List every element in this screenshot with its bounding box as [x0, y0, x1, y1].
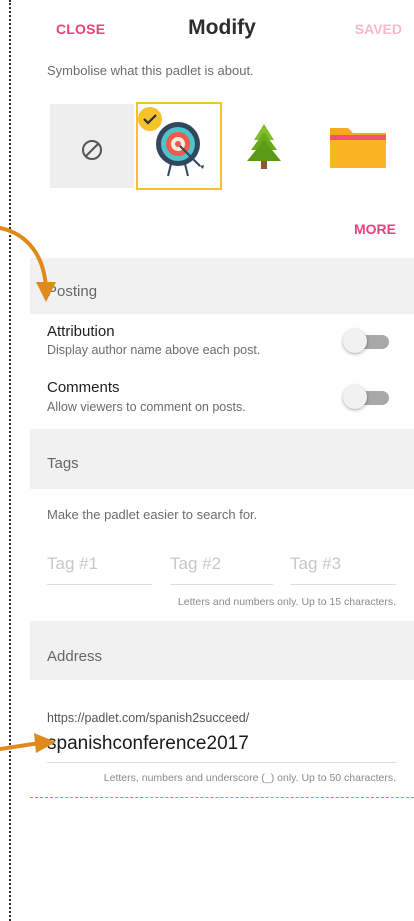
tag-1-input[interactable]: [47, 548, 152, 574]
icon-option-tree[interactable]: [222, 104, 306, 188]
tags-hint: Letters and numbers only. Up to 15 chara…: [177, 596, 396, 608]
selected-check-icon: [138, 107, 162, 131]
icon-description: Symbolise what this padlet is about.: [47, 63, 254, 78]
tag-2-field[interactable]: [170, 548, 273, 585]
icon-option-none[interactable]: [50, 104, 134, 188]
none-icon: [82, 140, 102, 160]
left-dotted-border: [9, 0, 11, 921]
attribution-toggle[interactable]: [343, 329, 391, 353]
tree-icon: [247, 124, 281, 169]
header: CLOSE Modify SAVED: [30, 0, 414, 56]
attribution-subtitle: Display author name above each post.: [47, 343, 261, 357]
comments-title: Comments: [47, 379, 120, 396]
tag-3-field[interactable]: [290, 548, 396, 585]
tags-section-header: Tags: [30, 429, 414, 489]
toggle-knob: [343, 385, 367, 409]
tag-1-field[interactable]: [47, 548, 152, 585]
toggle-knob: [343, 329, 367, 353]
address-field[interactable]: [47, 733, 397, 763]
icon-option-folder[interactable]: [320, 104, 404, 188]
attribution-title: Attribution: [47, 323, 115, 340]
address-section-header: Address: [30, 621, 414, 680]
address-hint: Letters, numbers and underscore (_) only…: [103, 772, 396, 784]
more-button[interactable]: MORE: [354, 221, 396, 237]
posting-heading: Posting: [47, 283, 98, 300]
comments-toggle[interactable]: [343, 385, 391, 409]
address-input[interactable]: [47, 733, 397, 755]
posting-section-header: Posting: [30, 258, 414, 314]
bottom-dashed-border: [30, 797, 414, 798]
address-prefix: https://padlet.com/spanish2succeed/: [47, 711, 250, 725]
saved-button[interactable]: SAVED: [355, 21, 402, 37]
tag-2-input[interactable]: [170, 548, 273, 574]
folder-icon: [330, 128, 386, 168]
tags-heading: Tags: [47, 455, 79, 472]
tag-3-input[interactable]: [290, 548, 396, 574]
tags-description: Make the padlet easier to search for.: [47, 507, 258, 522]
modify-panel: CLOSE Modify SAVED Symbolise what this p…: [30, 0, 414, 797]
comments-subtitle: Allow viewers to comment on posts.: [47, 400, 246, 414]
address-heading: Address: [47, 648, 103, 665]
